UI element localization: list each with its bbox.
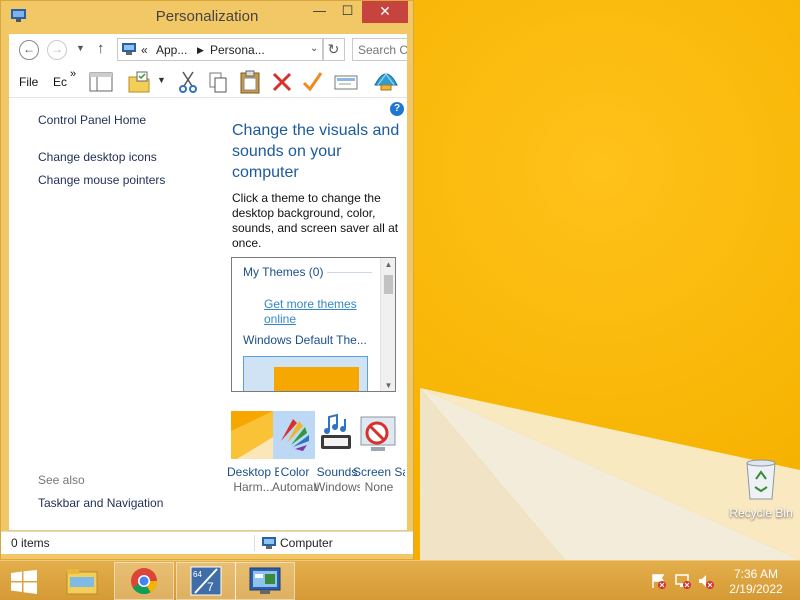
check-icon[interactable] [301,69,323,95]
paste-icon[interactable] [238,69,262,95]
minimize-button[interactable]: — [306,1,333,23]
delete-icon[interactable] [271,69,293,95]
status-divider [254,535,255,551]
theme-list[interactable]: My Themes (0) Get more themes online Win… [231,257,396,392]
my-themes-group: My Themes (0) [243,265,324,279]
refresh-button[interactable]: ↻ [322,38,345,61]
properties-icon[interactable] [334,69,358,95]
sounds-value: Windows Default [314,480,360,494]
search-input[interactable]: Search C [352,38,407,61]
network-icon[interactable] [675,573,691,589]
status-location: Computer [280,536,333,550]
change-mouse-pointers-link[interactable]: Change mouse pointers [38,173,165,187]
taskbar-chrome[interactable] [114,562,174,600]
scroll-down-icon[interactable]: ▼ [381,381,395,390]
taskbar-and-navigation-link[interactable]: Taskbar and Navigation [38,496,163,510]
color-icon[interactable] [273,411,315,459]
breadcrumb-apps[interactable]: App... [156,43,187,57]
breadcrumb-separator-icon[interactable]: ▶ [197,45,204,56]
close-button[interactable]: ✕ [362,1,408,23]
get-more-themes-link[interactable]: Get more themes online [264,297,374,327]
control-panel-icon [122,43,136,55]
page-title: Change the visuals and sounds on your co… [232,122,400,181]
start-button-icon[interactable] [10,570,38,594]
screen-saver-icon[interactable] [357,411,399,459]
recycle-bin-label: Recycle Bin [729,506,793,520]
taskbar-app-64[interactable]: 64 7 [176,562,236,600]
screen-saver-value: None [364,480,394,494]
change-desktop-icons-link[interactable]: Change desktop icons [38,150,157,164]
cut-icon[interactable] [177,69,199,95]
taskbar-file-explorer[interactable] [52,562,112,600]
file-explorer-icon [66,569,98,595]
chrome-icon [131,568,158,595]
status-bar: 0 items Computer [1,531,413,554]
svg-text:7: 7 [207,580,214,594]
svg-text:64: 64 [193,570,202,579]
app64-icon: 64 7 [190,566,222,596]
shell-icon[interactable] [373,69,399,95]
computer-icon [262,537,276,549]
control-panel-icon [249,567,281,594]
see-also-label: See also [38,473,85,487]
back-button[interactable]: ← [19,40,39,60]
toolbar-overflow-icon[interactable]: » [70,68,76,80]
sounds-icon[interactable] [315,411,357,459]
recycle-bin[interactable]: Recycle Bin [728,455,794,520]
forward-button[interactable]: → [47,40,67,60]
navigation-bar: ← → ▼ ↑ « App... ▶ Persona... ⌄ ↻ Search… [9,34,407,65]
item-count: 0 items [11,536,50,550]
page-description: Click a theme to change the desktop back… [232,191,399,250]
theme-thumbnail[interactable] [243,356,368,391]
layout-pane-icon[interactable] [89,69,113,95]
screen-saver-label[interactable]: Screen Saver [353,465,405,480]
breadcrumb-personalization[interactable]: Persona... [210,43,265,57]
menu-edit[interactable]: Ec [53,75,67,89]
taskbar-control-panel[interactable] [235,562,295,600]
windows-default-themes-group: Windows Default The... [243,333,367,347]
desktop-background-icon[interactable] [231,411,273,459]
group-divider [327,272,372,273]
control-panel-home-link[interactable]: Control Panel Home [38,113,146,127]
clock-date: 2/19/2022 [729,582,783,596]
taskbar: 64 7 7:36 AM 2/19/2022 [0,560,800,600]
breadcrumb-overflow[interactable]: « [141,43,148,57]
clock-time: 7:36 AM [733,567,779,581]
maximize-button[interactable]: ☐ [334,1,361,23]
address-bar[interactable]: « App... ▶ Persona... ⌄ [117,38,324,61]
main-content: ? Control Panel Home Change desktop icon… [9,98,407,530]
desktop-background-value: Harm... [233,480,273,494]
taskbar-clock[interactable]: 7:36 AM 2/19/2022 [720,567,792,597]
recent-locations-icon[interactable]: ▼ [76,43,85,53]
title-bar[interactable]: Personalization — ☐ ✕ [1,1,413,31]
help-icon[interactable]: ? [390,102,404,116]
theme-list-scrollbar[interactable]: ▲ ▼ [380,258,395,391]
volume-muted-icon[interactable] [698,573,714,589]
folder-options-icon[interactable] [127,69,153,95]
scroll-thumb[interactable] [384,275,393,294]
menu-file[interactable]: File [19,75,38,89]
color-value: Automatic [272,480,318,494]
copy-icon[interactable] [207,69,229,95]
recycle-bin-icon [746,459,776,500]
address-dropdown-icon[interactable]: ⌄ [310,43,318,54]
up-button[interactable]: ↑ [97,40,105,57]
action-center-icon[interactable] [650,573,666,589]
personalization-window: Personalization — ☐ ✕ ← → ▼ ↑ « App... ▶… [0,0,414,560]
toolbar: File Ec » ▼ [9,65,407,98]
scroll-up-icon[interactable]: ▲ [381,260,395,269]
